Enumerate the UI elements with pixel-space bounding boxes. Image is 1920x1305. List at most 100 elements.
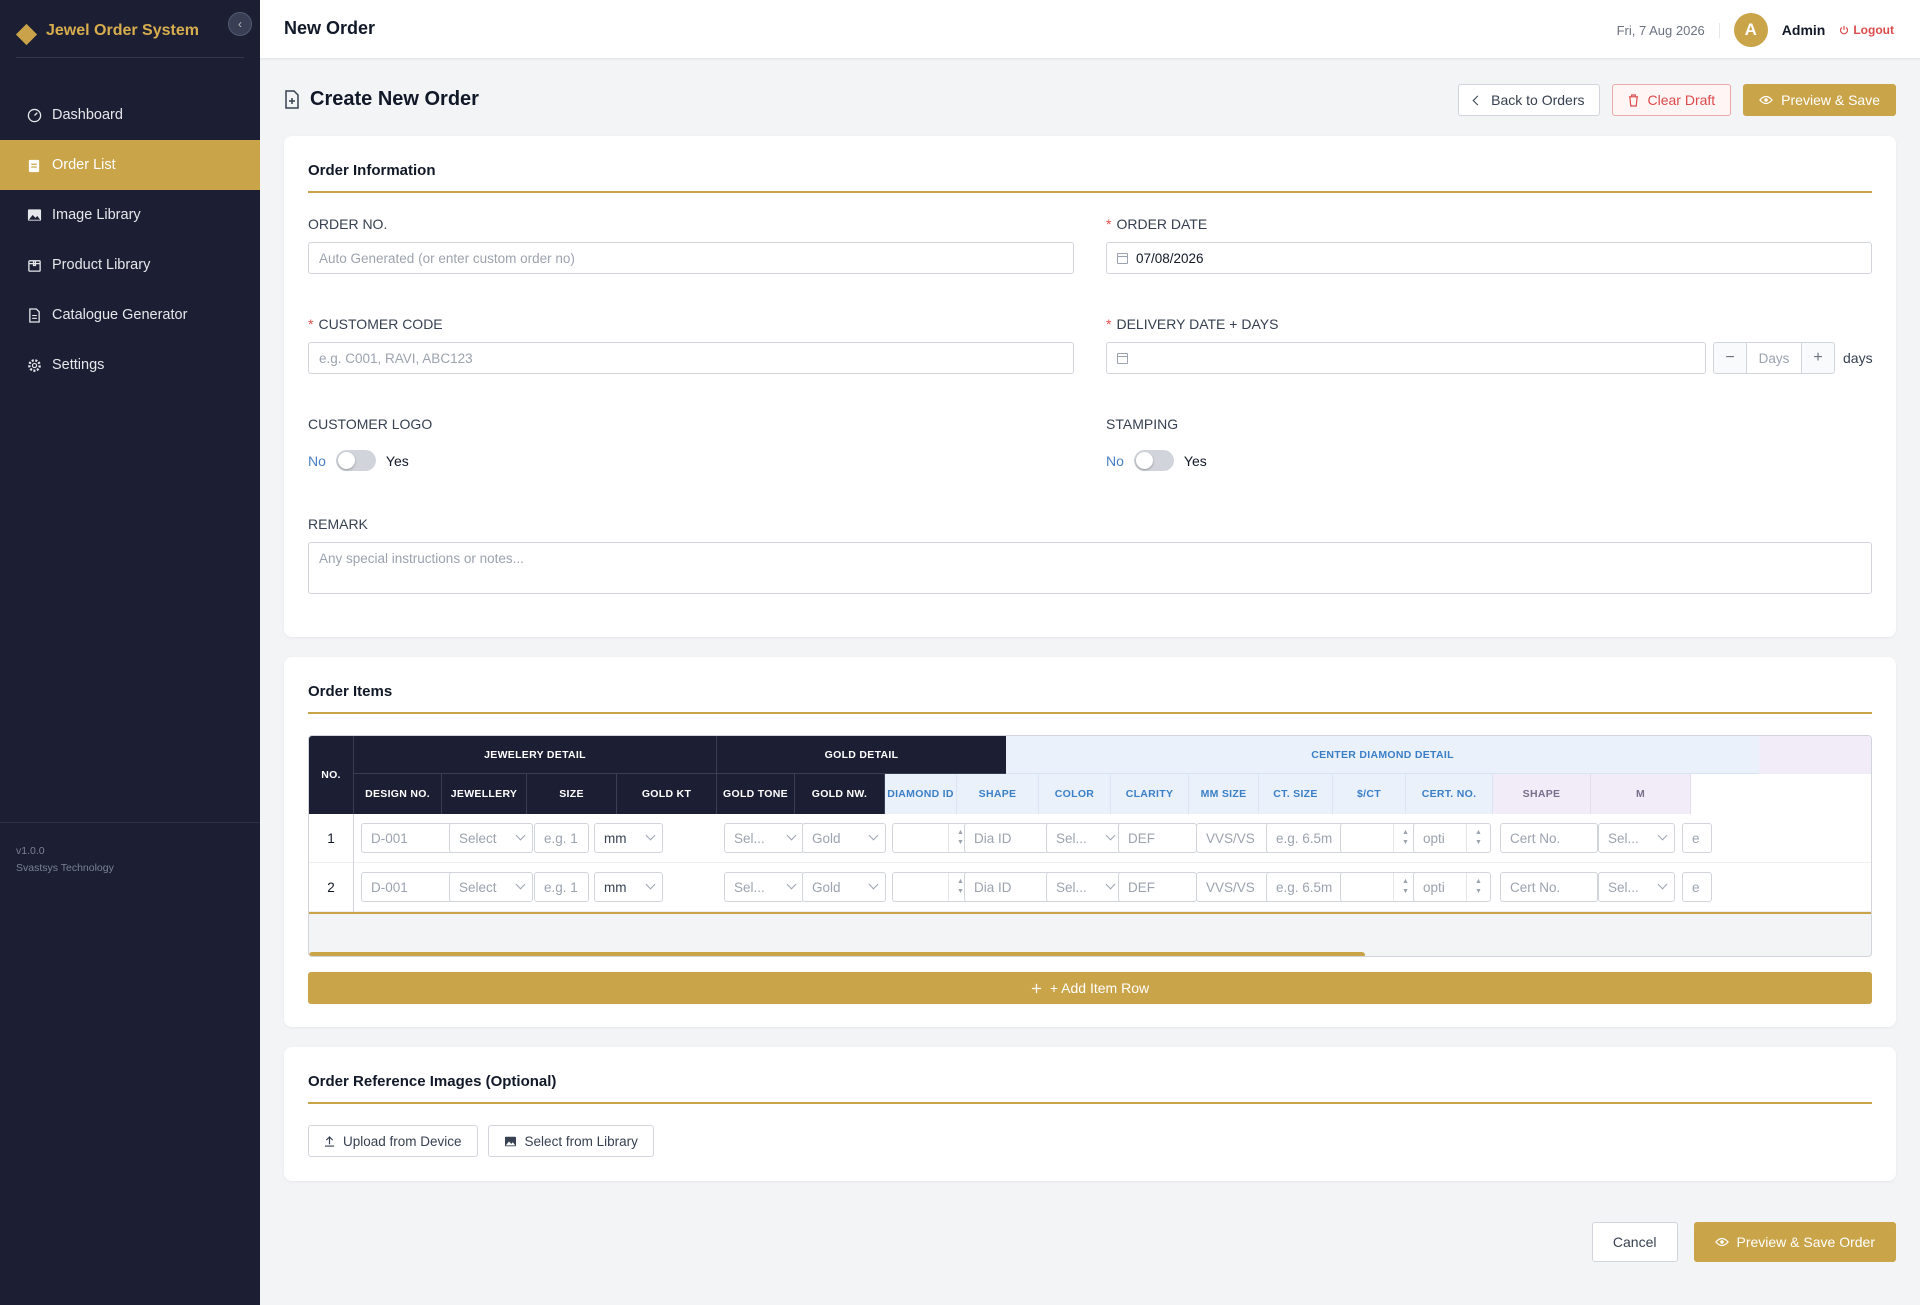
order-no-input[interactable]: Auto Generated (or enter custom order no… <box>308 242 1074 274</box>
spinner-arrows-icon[interactable]: ▲ ▼ <box>1466 873 1490 901</box>
logout-button[interactable]: Logout <box>1839 23 1894 37</box>
input-text: e.g. 6.5m <box>1276 879 1333 895</box>
dashboard-icon <box>26 107 42 123</box>
color-input[interactable]: DEF <box>1118 823 1197 853</box>
sidebar-item-catalogue-generator[interactable]: Catalogue Generator <box>0 290 260 340</box>
input-text: Select <box>459 879 497 895</box>
horizontal-scrollbar[interactable] <box>309 952 1365 956</box>
preview-save-order-button[interactable]: Preview & Save Order <box>1693 1222 1896 1262</box>
gold-nw-input[interactable]: ▲ ▼ <box>892 823 973 853</box>
clear-draft-button[interactable]: Clear Draft <box>1612 84 1732 116</box>
jewellery-select[interactable]: Select <box>449 823 533 853</box>
select-from-library-button[interactable]: Select from Library <box>487 1125 654 1157</box>
chevron-down-icon <box>786 830 797 841</box>
delivery-date-input[interactable] <box>1106 342 1706 374</box>
sidebar-item-product-library[interactable]: Product Library <box>0 240 260 290</box>
days-input[interactable]: Days <box>1747 342 1801 374</box>
diamond-id-input[interactable]: Dia ID <box>964 872 1053 902</box>
ct-size-input[interactable]: ▲ ▼ <box>1340 872 1418 902</box>
column-header: SIZE <box>527 774 617 814</box>
remark-placeholder: Any special instructions or notes... <box>319 551 524 566</box>
column-header: M <box>1591 774 1691 814</box>
side-shape-select[interactable]: Sel... <box>1598 872 1675 902</box>
price-per-ct-input[interactable]: opti ▲ ▼ <box>1413 872 1491 902</box>
back-to-orders-button[interactable]: Back to Orders <box>1458 84 1601 116</box>
sidebar-item-settings[interactable]: Settings <box>0 340 260 390</box>
input-text: D-001 <box>371 830 408 846</box>
gold-tone-select[interactable]: Gold <box>802 872 886 902</box>
order-no-placeholder: Auto Generated (or enter custom order no… <box>319 250 575 266</box>
table-scroll-area: NO. JEWELERY DETAIL GOLD DETAIL CENTER D… <box>309 736 1871 914</box>
add-item-row-button[interactable]: + Add Item Row <box>308 972 1872 1004</box>
upload-label: Upload from Device <box>343 1133 462 1149</box>
sidebar-item-order-list[interactable]: Order List <box>0 140 260 190</box>
clear-label: Clear Draft <box>1647 92 1716 108</box>
stamping-switch[interactable] <box>1133 450 1174 471</box>
spinner-arrows-icon[interactable]: ▲ ▼ <box>1466 824 1490 852</box>
cert-no-input[interactable]: Cert No. <box>1500 823 1598 853</box>
collapse-sidebar-button[interactable]: ‹ <box>228 12 252 36</box>
color-input[interactable]: DEF <box>1118 872 1197 902</box>
sidebar-nav: Dashboard Order List Image Library Produ… <box>0 90 260 390</box>
order-items-table[interactable]: NO. JEWELERY DETAIL GOLD DETAIL CENTER D… <box>308 735 1872 957</box>
input-text: mm <box>604 879 627 895</box>
back-label: Back to Orders <box>1491 92 1585 108</box>
days-increment-button[interactable]: + <box>1801 342 1835 374</box>
gold-tone-select[interactable]: Gold <box>802 823 886 853</box>
side-mm-input[interactable]: e <box>1682 872 1712 902</box>
divider <box>308 712 1872 714</box>
design-no-input[interactable]: D-001 <box>361 872 462 902</box>
size-unit-select[interactable]: mm <box>594 823 663 853</box>
customer-code-input[interactable]: e.g. C001, RAVI, ABC123 <box>308 342 1074 374</box>
side-mm-input[interactable]: e <box>1682 823 1712 853</box>
design-no-input[interactable]: D-001 <box>361 823 462 853</box>
days-decrement-button[interactable]: − <box>1713 342 1747 374</box>
input-text: Sel... <box>1608 830 1639 846</box>
chevron-left-icon <box>1472 95 1483 105</box>
mm-size-input[interactable]: e.g. 6.5m <box>1266 823 1344 853</box>
price-per-ct-input[interactable]: opti ▲ ▼ <box>1413 823 1491 853</box>
shape-select[interactable]: Sel... <box>1046 872 1123 902</box>
input-text: Cert No. <box>1510 830 1561 846</box>
input-text: Sel... <box>1608 879 1639 895</box>
avatar[interactable]: A <box>1733 13 1768 47</box>
remark-label: REMARK <box>308 516 368 532</box>
sidebar-footer: v1.0.0 Svastsys Technology <box>0 822 260 897</box>
cancel-button[interactable]: Cancel <box>1591 1222 1678 1262</box>
divider <box>308 1102 1872 1104</box>
jewellery-select[interactable]: Select <box>449 872 533 902</box>
gold-kt-select[interactable]: Sel... <box>724 872 804 902</box>
input-text: e.g. 1 <box>544 879 578 895</box>
mm-size-input[interactable]: e.g. 6.5m <box>1266 872 1344 902</box>
side-shape-select[interactable]: Sel... <box>1598 823 1675 853</box>
upload-from-device-button[interactable]: Upload from Device <box>308 1125 478 1157</box>
remark-textarea[interactable]: Any special instructions or notes... <box>308 542 1872 594</box>
cert-no-input[interactable]: Cert No. <box>1500 872 1598 902</box>
size-unit-select[interactable]: mm <box>594 872 663 902</box>
eye-icon <box>1759 95 1774 105</box>
column-header: GOLD NW. <box>795 774 885 814</box>
ct-size-input[interactable]: ▲ ▼ <box>1340 823 1418 853</box>
input-text: Gold <box>812 879 841 895</box>
chevron-down-icon <box>1105 830 1116 841</box>
plus-icon <box>1031 983 1041 993</box>
shape-select[interactable]: Sel... <box>1046 823 1123 853</box>
size-input[interactable]: e.g. 1 <box>534 823 589 853</box>
preview-save-button[interactable]: Preview & Save <box>1743 84 1896 116</box>
size-input[interactable]: e.g. 1 <box>534 872 589 902</box>
sidebar-item-image-library[interactable]: Image Library <box>0 190 260 240</box>
days-suffix: days <box>1843 350 1873 366</box>
clarity-input[interactable]: VVS/VS <box>1196 872 1273 902</box>
clarity-input[interactable]: VVS/VS <box>1196 823 1273 853</box>
package-icon <box>26 257 42 273</box>
required-asterisk: * <box>1106 216 1112 232</box>
customer-logo-switch[interactable] <box>335 450 376 471</box>
sidebar-item-label: Settings <box>52 357 105 373</box>
gold-nw-input[interactable]: ▲ ▼ <box>892 872 973 902</box>
order-date-input[interactable]: 07/08/2026 <box>1106 242 1872 274</box>
current-date: Fri, 7 Aug 2026 <box>1617 22 1720 38</box>
gold-kt-select[interactable]: Sel... <box>724 823 804 853</box>
diamond-id-input[interactable]: Dia ID <box>964 823 1053 853</box>
side-diamond-header <box>1759 736 1871 774</box>
sidebar-item-dashboard[interactable]: Dashboard <box>0 90 260 140</box>
